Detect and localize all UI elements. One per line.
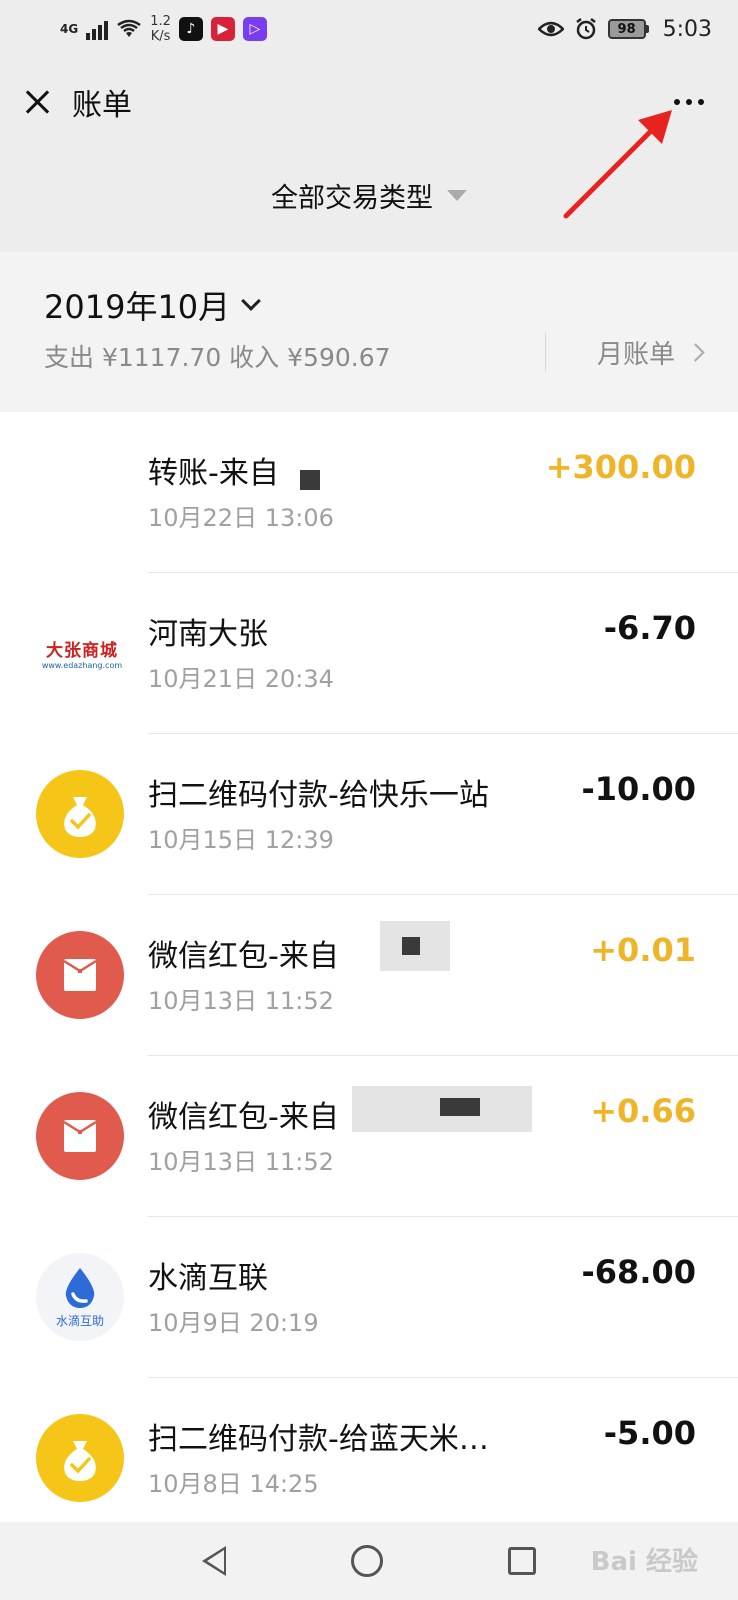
money-bag-icon [36, 770, 124, 858]
transaction-time: 10月8日 14:25 [148, 1470, 319, 1498]
recent-apps-icon[interactable] [507, 1547, 536, 1575]
transaction-amount: +300.00 [545, 448, 696, 486]
chevron-down-icon [241, 291, 262, 311]
transaction-row[interactable]: 大张商城 www.edazhang.com 河南大张 10月21日 20:34 … [0, 573, 738, 734]
page-title: 账单 [72, 88, 132, 123]
store-logo-url: www.edazhang.com [41, 661, 123, 670]
player-app-icon: ▷ [242, 17, 267, 41]
transaction-name: 扫二维码付款-给蓝天米… [148, 1422, 489, 1457]
signal-icon [86, 18, 109, 40]
divider [545, 332, 546, 372]
alarm-icon [575, 18, 596, 40]
transaction-name: 转账-来自 [148, 456, 279, 491]
store-logo-title: 大张商城 [46, 641, 118, 661]
transaction-time: 10月13日 11:52 [148, 1148, 334, 1176]
back-icon[interactable] [202, 1546, 227, 1576]
month-totals: 支出 ¥1117.70 收入 ¥590.67 [44, 343, 391, 372]
status-right: 98 5:03 [537, 16, 712, 42]
clock: 5:03 [662, 16, 712, 42]
red-packet-icon [36, 1092, 124, 1180]
video-app-icon: ▶ [210, 17, 235, 41]
transaction-name: 扫二维码付款-给快乐一站 [148, 778, 489, 813]
eye-icon [537, 21, 564, 37]
filter-label: 全部交易类型 [271, 182, 433, 214]
red-packet-icon [36, 931, 124, 1019]
transaction-time: 10月9日 20:19 [148, 1309, 319, 1337]
home-icon[interactable] [350, 1545, 383, 1577]
transaction-name: 微信红包-来自 [148, 939, 339, 974]
logo-caption: 水滴互助 [55, 1313, 104, 1328]
money-bag-icon [36, 1414, 124, 1502]
transaction-time: 10月15日 12:39 [148, 826, 334, 854]
caret-down-icon [447, 189, 467, 201]
water-drop-logo: 水滴互助 [36, 1253, 124, 1341]
network-type: 4G [60, 22, 79, 36]
transaction-amount: -5.00 [603, 1414, 696, 1452]
month-label: 2019年10月 [44, 288, 231, 326]
battery-level: 98 [607, 19, 646, 39]
redacted-text [440, 1098, 480, 1116]
transaction-time: 10月13日 11:52 [148, 987, 334, 1015]
battery-icon: 98 [607, 19, 649, 39]
redacted-text [300, 470, 320, 490]
transaction-amount: -68.00 [581, 1253, 697, 1291]
transaction-amount: -6.70 [603, 609, 696, 647]
watermark: Bai 经验 [590, 1547, 698, 1577]
monthly-bill-link[interactable]: 月账单 [596, 334, 705, 371]
network-speed: 1.2 K/s [150, 14, 171, 44]
transaction-name: 河南大张 [148, 617, 268, 652]
transaction-time: 10月21日 20:34 [148, 665, 334, 693]
month-summary: 2019年10月 支出 ¥1117.70 收入 ¥590.67 月账单 [0, 252, 738, 412]
transaction-amount: +0.01 [590, 931, 696, 969]
transaction-row[interactable]: 微信红包-来自 10月13日 11:52 +0.01 [0, 895, 738, 1056]
speed-value: 1.2 [150, 14, 171, 29]
transaction-row[interactable]: 扫二维码付款-给蓝天米… 10月8日 14:25 -5.00 [0, 1378, 738, 1522]
water-drop-icon [65, 1267, 95, 1308]
annotation-arrow [563, 110, 672, 219]
speed-unit: K/s [150, 29, 171, 44]
status-left: 4G 1.2 K/s ♪ ▶ ▷ [60, 14, 267, 44]
transaction-amount: +0.66 [590, 1092, 696, 1130]
transaction-name: 水滴互联 [148, 1261, 268, 1296]
transaction-time: 10月22日 13:06 [148, 504, 334, 532]
chevron-right-icon [686, 343, 705, 362]
status-bar: 4G 1.2 K/s ♪ ▶ ▷ 98 5:03 [0, 0, 738, 58]
transaction-amount: -10.00 [581, 770, 697, 808]
transaction-row[interactable]: 微信红包-来自 10月13日 11:52 +0.66 [0, 1056, 738, 1217]
monthly-bill-label: 月账单 [596, 340, 675, 370]
transaction-list: 转账-来自 10月22日 13:06 +300.00 大张商城 www.edaz… [0, 412, 738, 1522]
transaction-name: 微信红包-来自 [148, 1100, 339, 1135]
transaction-row[interactable]: 扫二维码付款-给快乐一站 10月15日 12:39 -10.00 [0, 734, 738, 895]
redacted-text [402, 937, 420, 955]
store-logo: 大张商城 www.edazhang.com [36, 609, 128, 697]
tiktok-icon: ♪ [178, 17, 203, 41]
transaction-row[interactable]: 水滴互助 水滴互联 10月9日 20:19 -68.00 [0, 1217, 738, 1378]
month-selector[interactable]: 2019年10月 [44, 282, 262, 328]
wifi-icon [117, 19, 141, 37]
transaction-row[interactable]: 转账-来自 10月22日 13:06 +300.00 [0, 412, 738, 573]
close-icon[interactable] [20, 85, 54, 119]
blurred-avatar [38, 448, 134, 544]
